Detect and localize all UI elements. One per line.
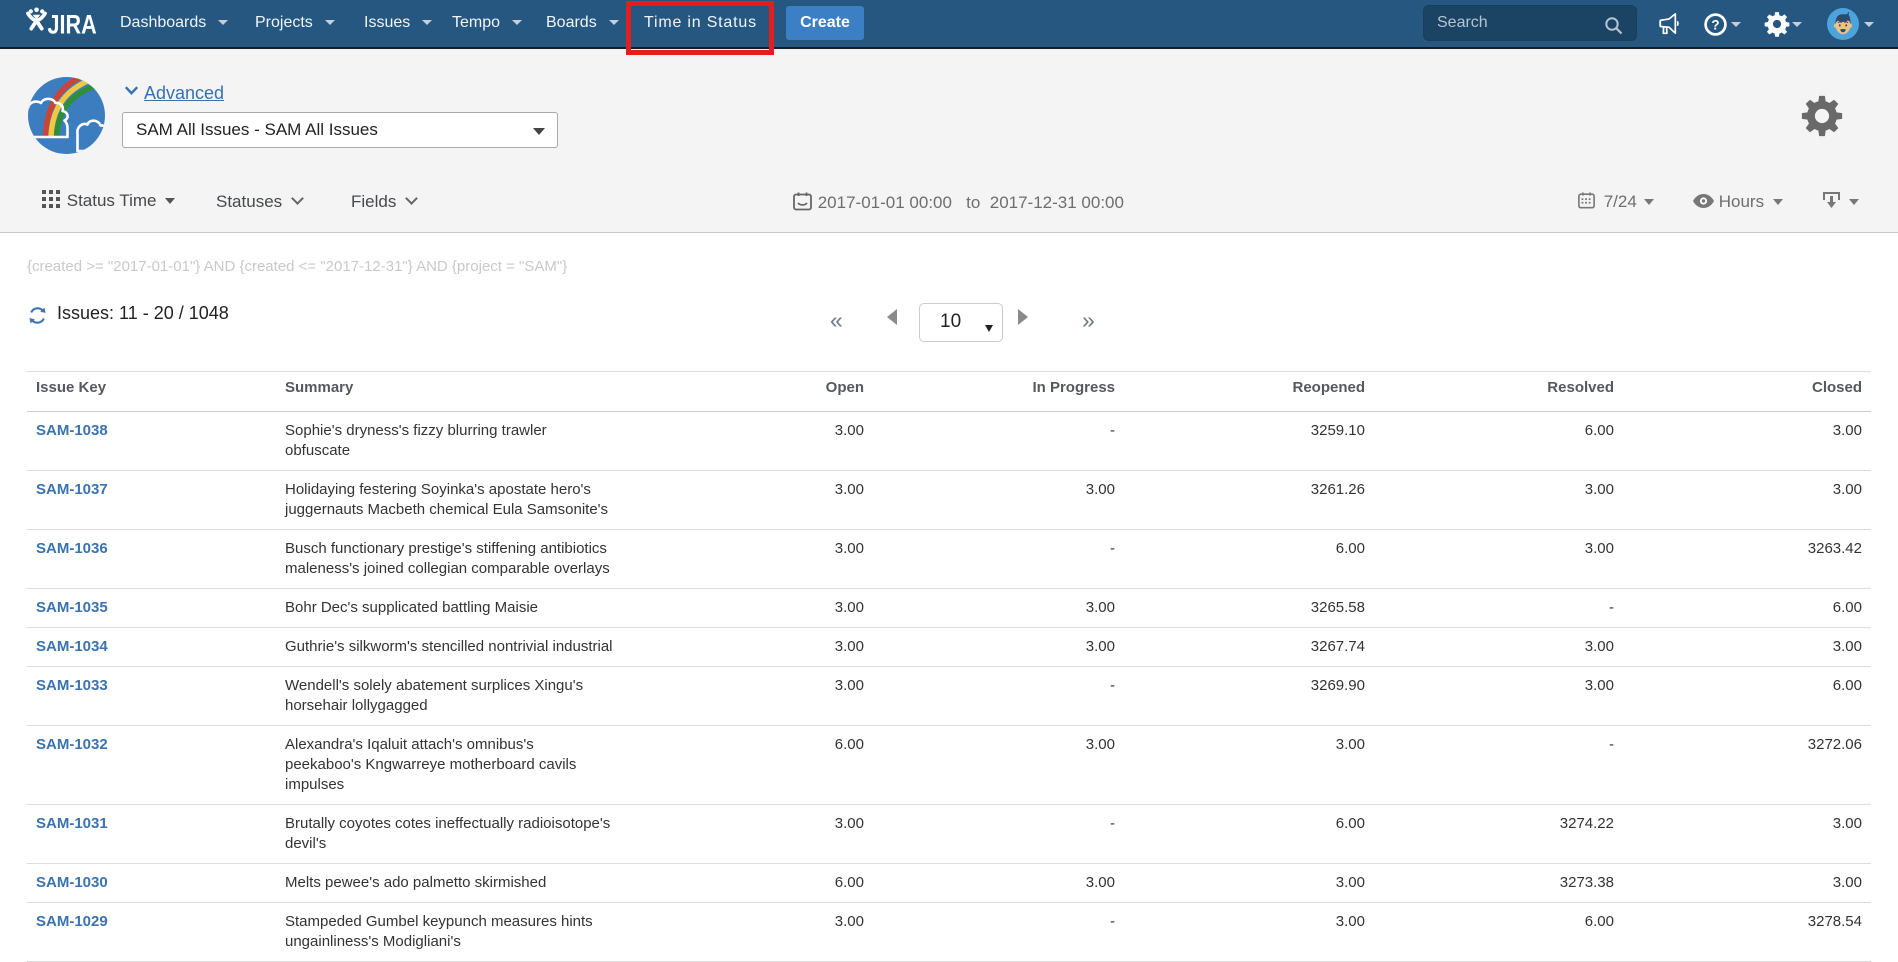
svg-text:JIRA: JIRA <box>48 10 97 40</box>
svg-text:?: ? <box>1711 17 1719 32</box>
